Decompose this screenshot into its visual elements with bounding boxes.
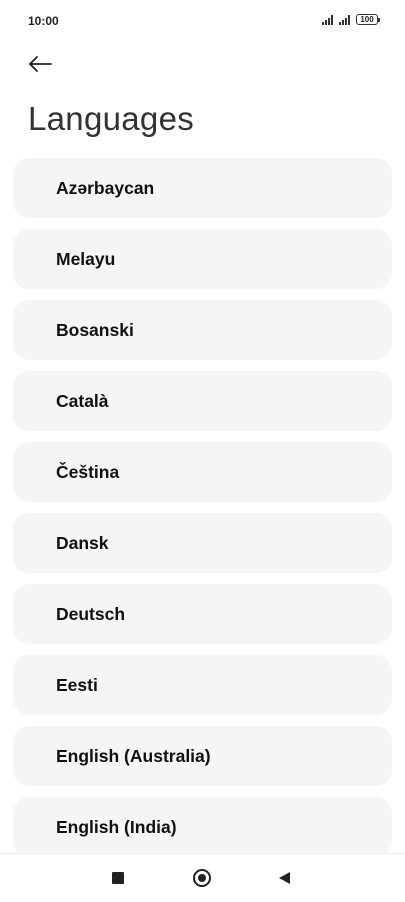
list-item-language[interactable]: English (Australia) (13, 726, 392, 786)
language-label: Català (56, 390, 109, 411)
status-icons: 100 (322, 14, 380, 25)
navigation-bar (0, 853, 405, 902)
language-label: Azərbaycan (56, 177, 155, 198)
back-triangle-icon[interactable] (279, 872, 290, 884)
language-label: Melayu (56, 248, 116, 269)
language-label: English (Australia) (56, 745, 211, 766)
signal-icon (339, 14, 350, 25)
recents-square-icon[interactable] (112, 872, 124, 884)
list-item-language[interactable]: Čeština (13, 442, 392, 502)
list-item-language[interactable]: Bosanski (13, 300, 392, 360)
page-title: Languages (28, 100, 195, 137)
status-time: 10:00 (28, 14, 59, 28)
list-item-language[interactable]: Eesti (13, 655, 392, 715)
language-label: Eesti (56, 674, 98, 695)
battery-icon: 100 (356, 14, 380, 25)
list-item-language[interactable]: Melayu (13, 229, 392, 289)
list-item-language[interactable]: English (India) (13, 797, 392, 857)
back-arrow-icon (29, 56, 52, 72)
list-item-language[interactable]: Azərbaycan (13, 158, 392, 218)
list-item-language[interactable]: Deutsch (13, 584, 392, 644)
status-bar: 10:00 100 (0, 0, 405, 40)
language-label: Bosanski (56, 319, 134, 340)
list-item-language[interactable]: Català (13, 371, 392, 431)
language-label: Deutsch (56, 603, 126, 624)
home-circle-icon[interactable] (193, 869, 211, 887)
screen: 10:00 100 Languages Azərbaycan Melayu Bo… (0, 0, 405, 902)
language-label: Dansk (56, 532, 109, 553)
language-list: Azərbaycan Melayu Bosanski Català Češtin… (13, 158, 392, 857)
language-label: Čeština (56, 461, 120, 482)
back-button[interactable] (28, 50, 60, 78)
signal-icon (322, 14, 333, 25)
list-item-language[interactable]: Dansk (13, 513, 392, 573)
language-label: English (India) (56, 816, 177, 837)
